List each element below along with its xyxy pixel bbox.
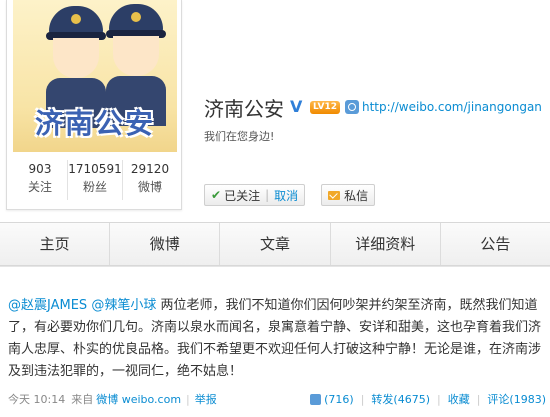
comment-button[interactable]: 评论(1983) — [487, 391, 546, 407]
stat-followers[interactable]: 1710591 粉丝 — [68, 160, 123, 200]
post-time[interactable]: 今天 10:14 — [8, 391, 65, 407]
follow-actions: ✔ 已关注 | 取消 私信 — [204, 184, 376, 206]
officer-face-right — [113, 36, 159, 76]
message-button[interactable]: 私信 — [321, 184, 376, 206]
post-from-label: 来自 — [71, 393, 94, 406]
message-label: 私信 — [344, 188, 369, 203]
profile-info: 济南公安 V LV12 http://weibo.com/jinangongan… — [204, 96, 542, 144]
cap-badge-left — [71, 14, 81, 24]
mention-link[interactable]: @赵震JAMES — [8, 298, 87, 313]
link-icon — [345, 100, 359, 114]
stat-followers-count: 1710591 — [68, 162, 122, 176]
report-link[interactable]: 举报 — [195, 391, 217, 407]
profile-motto: 我们在您身边! — [204, 130, 275, 143]
like-count[interactable]: (716) — [324, 393, 354, 406]
post-actions: (716) | 转发(4675) | 收藏 | 评论(1983) — [310, 391, 546, 407]
stat-following[interactable]: 903 关注 — [13, 160, 68, 200]
check-icon: ✔ — [211, 188, 222, 202]
stat-posts-count: 29120 — [130, 162, 170, 176]
stat-posts-label: 微博 — [137, 180, 162, 194]
post-meta: 今天 10:14 来自 微博 weibo.com | 举报 (716) | 转发… — [8, 391, 546, 407]
post-source-link[interactable]: 微博 weibo.com — [96, 391, 181, 407]
name-row: 济南公安 V LV12 http://weibo.com/jinangongan — [204, 96, 542, 121]
verified-icon[interactable]: V — [290, 99, 306, 115]
divider: | — [476, 392, 481, 406]
tab-articles[interactable]: 文章 — [220, 223, 331, 265]
avatar-card: 济南公安 903 关注 1710591 粉丝 29120 微博 — [6, 0, 182, 210]
tab-details[interactable]: 详细资料 — [331, 223, 441, 265]
profile-tabs: 主页 微博 文章 详细资料 公告 — [0, 222, 550, 266]
post-body: @赵震JAMES @辣笔小球 两位老师，我们不知道你们因何吵架并约架至济南，既然… — [8, 295, 546, 383]
divider: | — [186, 392, 190, 406]
unfollow-button[interactable]: 取消 — [274, 187, 298, 204]
tab-home[interactable]: 主页 — [0, 223, 111, 265]
profile-name: 济南公安 — [204, 96, 284, 121]
mention-link[interactable]: @辣笔小球 — [91, 298, 156, 313]
feed: @赵震JAMES @辣笔小球 两位老师，我们不知道你们因何吵架并约架至济南，既然… — [0, 266, 550, 417]
level-badge[interactable]: LV12 — [310, 100, 340, 114]
avatar-logo-text: 济南公安 — [34, 107, 155, 140]
followed-button[interactable]: ✔ 已关注 | 取消 — [204, 184, 306, 206]
cap-badge-right — [131, 12, 141, 22]
profile-header: 济南公安 903 关注 1710591 粉丝 29120 微博 济南公安 V L… — [0, 0, 550, 222]
stat-following-label: 关注 — [27, 180, 52, 194]
like-icon[interactable] — [310, 393, 322, 405]
avatar[interactable]: 济南公安 — [13, 0, 177, 152]
stat-posts[interactable]: 29120 微博 — [123, 160, 177, 200]
stat-following-count: 903 — [28, 162, 52, 176]
tab-weibo[interactable]: 微博 — [110, 223, 221, 265]
divider: | — [436, 392, 441, 406]
repost-button[interactable]: 转发(4675) — [371, 391, 430, 407]
profile-url-link[interactable]: http://weibo.com/jinangongan — [362, 100, 542, 114]
post-text: 两位老师，我们不知道你们因何吵架并约架至济南，既然我们知道了，有必要劝你们几句。… — [8, 298, 542, 379]
mail-icon — [328, 190, 341, 200]
divider: | — [265, 188, 270, 202]
favorite-button[interactable]: 收藏 — [448, 391, 470, 407]
followed-label: 已关注 — [224, 188, 261, 203]
stat-followers-label: 粉丝 — [82, 180, 107, 194]
tab-announcement[interactable]: 公告 — [441, 223, 550, 265]
profile-stats: 903 关注 1710591 粉丝 29120 微博 — [13, 160, 177, 200]
officer-face-left — [53, 38, 99, 78]
divider: | — [360, 392, 365, 406]
